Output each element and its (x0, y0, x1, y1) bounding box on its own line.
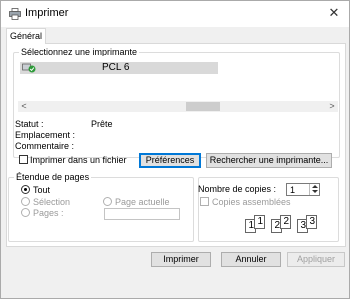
collate-pages-illustration: 1 1 2 2 3 3 (245, 215, 325, 241)
scroll-left-icon[interactable]: < (18, 101, 30, 112)
scroll-right-icon[interactable]: > (326, 101, 338, 112)
page-range-group-title: Étendue de pages (14, 172, 92, 182)
location-label: Emplacement : (15, 130, 76, 140)
find-printer-button[interactable]: Rechercher une imprimante... (206, 153, 332, 168)
copies-stepper[interactable]: 1 (286, 183, 320, 196)
print-to-file-checkbox[interactable] (19, 155, 28, 164)
page-range-selection-radio[interactable] (21, 197, 30, 206)
collate-page: 2 (280, 215, 291, 229)
page-range-pages-radio[interactable] (21, 208, 30, 217)
pages-input[interactable] (104, 208, 180, 220)
print-button[interactable]: Imprimer (151, 252, 211, 267)
preferences-button[interactable]: Préférences (139, 153, 201, 168)
spin-down-icon[interactable] (312, 190, 318, 193)
printer-check-icon (22, 63, 36, 73)
radio-selected-dot (24, 188, 27, 191)
collate-page: 1 (254, 215, 265, 229)
page-range-all-radio[interactable] (21, 185, 30, 194)
apply-button[interactable]: Appliquer (287, 252, 345, 267)
page-range-pages-label: Pages : (33, 208, 64, 218)
tab-general[interactable]: Général (6, 28, 46, 44)
page-range-current-page-radio[interactable] (103, 197, 112, 206)
page-range-all-label: Tout (33, 185, 51, 195)
collate-page: 3 (306, 215, 317, 229)
copies-value: 1 (290, 185, 296, 195)
horizontal-scrollbar[interactable]: < > (18, 101, 338, 112)
window-title: Imprimer (25, 7, 69, 19)
scrollbar-thumb[interactable] (186, 102, 220, 111)
collate-checkbox[interactable] (200, 197, 209, 206)
status-value: Prête (91, 119, 113, 129)
printer-item-pcl6[interactable]: PCL 6 (20, 62, 218, 74)
comment-label: Commentaire : (15, 141, 75, 151)
title-bar: Imprimer ✕ (1, 1, 349, 27)
status-label: Statut : (15, 119, 44, 129)
close-button[interactable]: ✕ (325, 5, 343, 21)
cancel-button[interactable]: Annuler (221, 252, 281, 267)
collate-label: Copies assemblées (212, 197, 291, 207)
print-dialog: Imprimer ✕ Général Sélectionnez une impr… (0, 0, 350, 299)
copies-label: Nombre de copies : (198, 184, 277, 194)
copies-spin-buttons[interactable] (309, 184, 319, 195)
page-range-selection-label: Sélection (33, 197, 71, 207)
printer-name: PCL 6 (102, 62, 130, 73)
spin-up-icon[interactable] (312, 185, 318, 188)
print-to-file-label: Imprimer dans un fichier (30, 155, 127, 165)
printer-icon (9, 8, 21, 20)
page-range-current-page-label: Page actuelle (115, 197, 170, 207)
